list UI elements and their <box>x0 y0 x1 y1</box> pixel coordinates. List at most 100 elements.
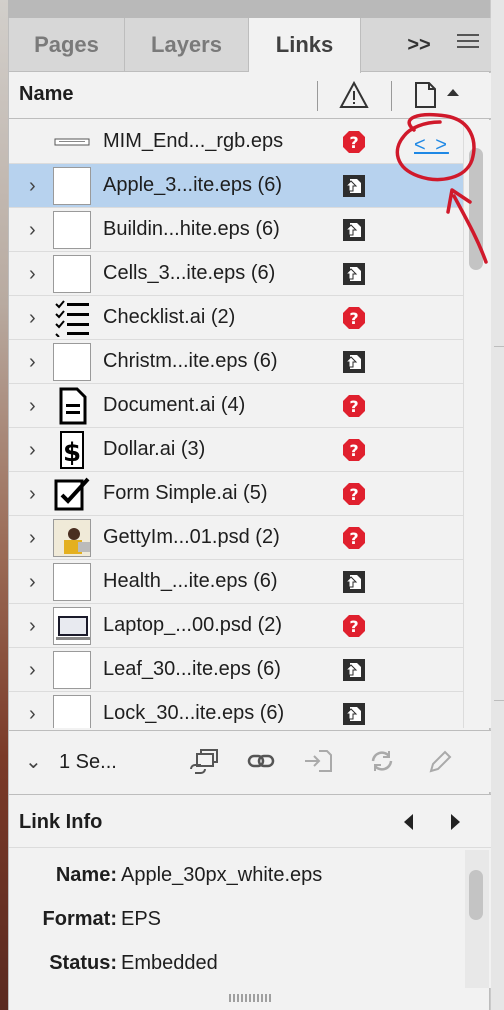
link-row[interactable]: › Leaf_30...ite.eps (6) <box>9 648 463 692</box>
panel-tab-bar: Pages Layers Links >> <box>9 18 491 73</box>
link-row[interactable]: › Health_...ite.eps (6) <box>9 560 463 604</box>
link-row[interactable]: › Christm...ite.eps (6) <box>9 340 463 384</box>
expand-chevron-icon[interactable]: › <box>29 528 47 548</box>
svg-text:?: ? <box>349 397 358 416</box>
missing-link-icon[interactable]: ? <box>342 526 366 550</box>
link-row[interactable]: › Apple_3...ite.eps (6) <box>9 164 463 208</box>
link-row[interactable]: › GettyIm...01.psd (2)? <box>9 516 463 560</box>
expand-chevron-icon[interactable]: › <box>29 440 47 460</box>
expand-chevron-icon[interactable]: › <box>29 572 47 592</box>
link-thumbnail <box>53 475 91 513</box>
missing-link-icon[interactable]: ? <box>342 482 366 506</box>
svg-text:?: ? <box>349 309 358 328</box>
svg-text:?: ? <box>349 133 358 152</box>
expand-chevron-icon[interactable]: › <box>29 264 47 284</box>
link-info-title[interactable]: Link Info <box>19 811 102 834</box>
svg-text:?: ? <box>349 441 358 460</box>
warning-column-icon[interactable] <box>339 81 369 109</box>
tab-overflow-button[interactable]: >> <box>405 32 433 58</box>
link-name: Christm...ite.eps (6) <box>103 350 278 372</box>
svg-text:?: ? <box>349 617 358 636</box>
link-info-format-row: Format: EPS <box>9 900 463 940</box>
tab-pages[interactable]: Pages <box>9 18 125 72</box>
link-row[interactable]: MIM_End..._rgb.eps? <box>9 120 463 164</box>
embedded-link-icon[interactable] <box>342 658 366 682</box>
link-info-key: Format: <box>42 908 117 930</box>
link-thumbnail <box>53 651 91 689</box>
embedded-link-icon[interactable] <box>342 218 366 242</box>
link-name: Lock_30...ite.eps (6) <box>103 702 285 724</box>
link-row[interactable]: › Lock_30...ite.eps (6) <box>9 692 463 728</box>
svg-text:$: $ <box>63 438 81 468</box>
tab-links[interactable]: Links <box>249 18 361 73</box>
expand-chevron-icon[interactable]: › <box>29 484 47 504</box>
link-name: Buildin...hite.eps (6) <box>103 218 280 240</box>
link-info-scroll-thumb[interactable] <box>469 870 483 920</box>
link-row[interactable]: › Cells_3...ite.eps (6) <box>9 252 463 296</box>
svg-text:?: ? <box>349 485 358 504</box>
link-row[interactable]: › $ Dollar.ai (3)? <box>9 428 463 472</box>
update-link-icon[interactable] <box>365 747 399 775</box>
panel-resize-grip[interactable] <box>229 994 273 1002</box>
collapse-selection-icon[interactable]: ⌄ <box>25 749 42 774</box>
link-name: Document.ai (4) <box>103 394 246 416</box>
desktop-background <box>0 0 8 1010</box>
links-list-scroll-thumb[interactable] <box>469 148 483 270</box>
selection-count: 1 Se... <box>59 751 117 773</box>
sort-ascending-icon[interactable] <box>447 89 459 96</box>
name-column-header[interactable]: Name <box>19 83 73 106</box>
link-row[interactable]: › Buildin...hite.eps (6) <box>9 208 463 252</box>
embedded-link-icon[interactable] <box>342 702 366 726</box>
link-info-value: EPS <box>121 908 162 930</box>
link-name: GettyIm...01.psd (2) <box>103 526 280 548</box>
link-name: Health_...ite.eps (6) <box>103 570 278 592</box>
edit-original-icon[interactable] <box>423 747 457 775</box>
link-name: Cells_3...ite.eps (6) <box>103 262 276 284</box>
expand-chevron-icon[interactable]: › <box>29 704 47 724</box>
relink-icon[interactable] <box>245 747 279 775</box>
embedded-link-icon[interactable] <box>342 262 366 286</box>
column-divider <box>391 81 392 111</box>
link-name: Dollar.ai (3) <box>103 438 206 460</box>
panel-menu-icon[interactable] <box>457 34 479 54</box>
missing-link-icon[interactable]: ? <box>342 130 366 154</box>
embedded-link-icon[interactable] <box>342 174 366 198</box>
link-info-status-row: Status: Embedded <box>9 944 463 984</box>
links-toolbar: ⌄ 1 Se... <box>9 730 491 792</box>
expand-chevron-icon[interactable]: › <box>29 352 47 372</box>
goto-link-icon[interactable] <box>301 747 335 775</box>
missing-link-icon[interactable]: ? <box>342 438 366 462</box>
expand-chevron-icon[interactable]: › <box>29 308 47 328</box>
link-info-body: Name: Apple_30px_white.eps Format: EPS S… <box>9 848 491 988</box>
next-link-icon[interactable] <box>447 813 463 831</box>
tab-layers[interactable]: Layers <box>125 18 249 72</box>
annotation-link-text[interactable]: < > <box>414 134 449 157</box>
expand-chevron-icon[interactable]: › <box>29 660 47 680</box>
expand-chevron-icon[interactable]: › <box>29 396 47 416</box>
expand-chevron-icon[interactable]: › <box>29 616 47 636</box>
embedded-link-icon[interactable] <box>342 570 366 594</box>
link-row[interactable]: › Checklist.ai (2)? <box>9 296 463 340</box>
embedded-link-icon[interactable] <box>342 350 366 374</box>
link-info-value: Apple_30px_white.eps <box>121 864 323 886</box>
page-column-icon[interactable] <box>413 81 439 109</box>
links-panel: Pages Layers Links >> Name MIM_End..._rg… <box>8 18 491 1010</box>
missing-link-icon[interactable]: ? <box>342 614 366 638</box>
previous-link-icon[interactable] <box>401 813 417 831</box>
link-row[interactable]: › Document.ai (4)? <box>9 384 463 428</box>
link-row[interactable]: › Laptop_...00.psd (2)? <box>9 604 463 648</box>
link-row[interactable]: › Form Simple.ai (5)? <box>9 472 463 516</box>
link-name: MIM_End..._rgb.eps <box>103 130 284 152</box>
missing-link-icon[interactable]: ? <box>342 306 366 330</box>
expand-chevron-icon[interactable]: › <box>29 220 47 240</box>
link-thumbnail <box>53 695 91 728</box>
link-info-header: Link Info <box>9 794 491 848</box>
links-list: MIM_End..._rgb.eps? › Apple_3...ite.eps (6… <box>9 120 463 728</box>
missing-link-icon[interactable]: ? <box>342 394 366 418</box>
link-name: Apple_3...ite.eps (6) <box>103 174 282 196</box>
link-name: Leaf_30...ite.eps (6) <box>103 658 281 680</box>
link-thumbnail <box>53 343 91 381</box>
link-info-scrollbar[interactable] <box>465 850 489 988</box>
expand-chevron-icon[interactable]: › <box>29 176 47 196</box>
relink-from-cc-icon[interactable] <box>187 747 221 775</box>
